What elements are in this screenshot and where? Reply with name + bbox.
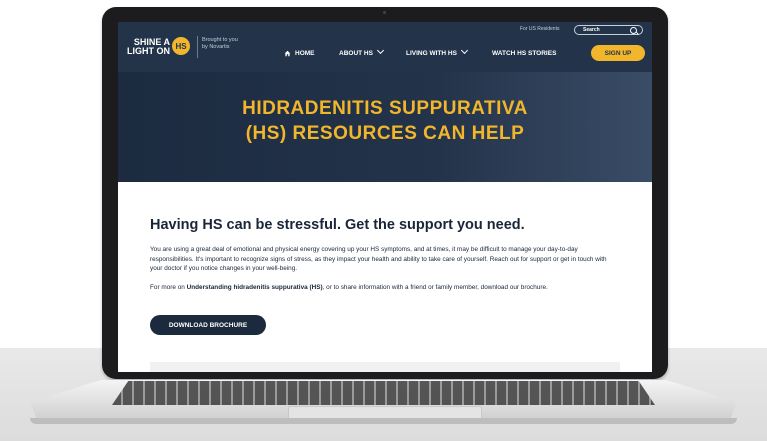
section-heading: Having HS can be stressful. Get the supp… (150, 217, 525, 233)
nav-watch-hs-stories[interactable]: WATCH HS STORIES (492, 50, 556, 57)
home-icon[interactable] (284, 50, 291, 57)
hero-title-line2: (HS) RESOURCES CAN HELP (245, 123, 525, 144)
nav-living-label: LIVING WITH HS (406, 50, 457, 57)
logo-divider (197, 36, 198, 58)
chevron-down-icon (376, 46, 384, 55)
brochure-text-before: For more on (150, 284, 187, 291)
brought-line1: Brought to you (202, 37, 238, 43)
nav-about-label: ABOUT HS (339, 50, 373, 57)
webcam-icon (383, 11, 386, 14)
nav-living-with-hs[interactable]: LIVING WITH HS (406, 46, 468, 57)
keyboard (112, 381, 655, 405)
intro-paragraph: You are using a great deal of emotional … (150, 246, 607, 273)
search-placeholder: Search (583, 27, 600, 33)
brought-line2: by Novartis (202, 44, 230, 50)
brochure-paragraph: For more on Understanding hidradenitis s… (150, 283, 616, 293)
laptop-lip (30, 418, 737, 424)
site-header: SHINE A LIGHT ON HS Brought to you by No… (118, 22, 652, 72)
logo-badge: HS (172, 37, 190, 55)
nav-home[interactable]: HOME (295, 50, 315, 57)
brought-by-text: Brought to you by Novartis (202, 37, 262, 51)
next-section-preview (150, 362, 620, 372)
chevron-down-icon (460, 46, 468, 55)
nav-about-hs[interactable]: ABOUT HS (339, 46, 384, 57)
download-brochure-button[interactable]: DOWNLOAD BROCHURE (150, 315, 266, 335)
site-logo[interactable]: SHINE A LIGHT ON (126, 38, 170, 56)
hero-title-line1: HIDRADENITIS SUPPURATIVA (242, 98, 528, 119)
brochure-text-after: , or to share information with a friend … (322, 284, 548, 291)
logo-line2: LIGHT ON (127, 46, 170, 56)
search-input[interactable]: Search (574, 25, 643, 35)
us-residents-link[interactable]: For US Residents (520, 26, 559, 32)
understanding-hs-link[interactable]: Understanding hidradenitis suppurativa (… (187, 284, 323, 291)
hero-title: HIDRADENITIS SUPPURATIVA (HS) RESOURCES … (118, 96, 652, 146)
hero-banner: HIDRADENITIS SUPPURATIVA (HS) RESOURCES … (118, 72, 652, 182)
laptop-screen: SHINE A LIGHT ON HS Brought to you by No… (118, 22, 652, 372)
sign-up-button[interactable]: SIGN UP (591, 45, 645, 61)
search-icon[interactable] (630, 27, 637, 34)
